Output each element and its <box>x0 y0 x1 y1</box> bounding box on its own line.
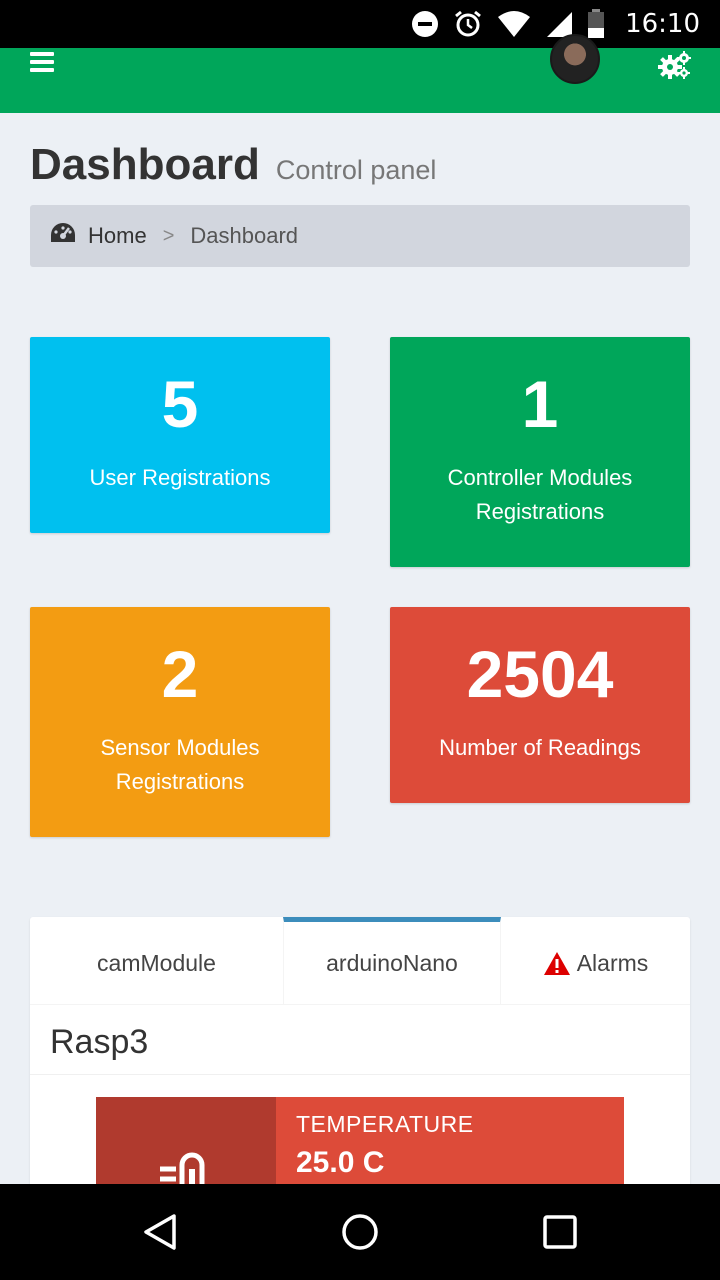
alarm-icon <box>453 9 483 39</box>
gears-icon[interactable] <box>658 50 692 80</box>
status-bar: 16:10 <box>0 0 720 48</box>
stat-controller-modules[interactable]: 1 Controller Modules Registrations <box>390 337 690 567</box>
clock-time: 16:10 <box>625 9 700 39</box>
stat-user-registrations[interactable]: 5 User Registrations <box>30 337 330 533</box>
navigation-bar <box>0 1184 720 1280</box>
stat-label: Controller Modules Registrations <box>447 465 633 524</box>
tab-alarms[interactable]: Alarms <box>501 917 690 1004</box>
app-header <box>0 34 720 113</box>
stat-value: 1 <box>521 367 559 441</box>
content-header: Dashboard Control panel <box>30 140 690 190</box>
breadcrumb-home-link[interactable]: Home <box>88 223 147 249</box>
tab-label: camModule <box>97 949 216 976</box>
wifi-icon <box>497 10 531 38</box>
hamburger-icon[interactable] <box>30 52 54 74</box>
info-box-content: TEMPERATURE 25.0 C <box>296 1111 474 1180</box>
info-box-value: 25.0 C <box>296 1146 385 1179</box>
page-subtitle: Control panel <box>275 155 437 185</box>
tab-arduinonano[interactable]: arduinoNano <box>283 917 501 1004</box>
breadcrumb-separator: > <box>162 224 175 247</box>
dashboard-icon <box>50 222 76 250</box>
stat-sensor-modules[interactable]: 2 Sensor Modules Registrations <box>30 607 330 837</box>
warning-icon <box>543 951 571 976</box>
stat-value: 2 <box>161 637 199 711</box>
tab-bar: camModule arduinoNano Alarms <box>30 917 690 1005</box>
recents-square-icon[interactable] <box>540 1212 580 1252</box>
tab-cammodule[interactable]: camModule <box>30 917 283 1004</box>
stat-label: Sensor Modules Registrations <box>100 735 260 794</box>
stat-label: User Registrations <box>89 465 271 490</box>
home-circle-icon[interactable] <box>340 1212 380 1252</box>
tab-label: arduinoNano <box>326 949 458 976</box>
stat-label: Number of Readings <box>439 735 641 760</box>
battery-icon <box>587 9 605 39</box>
stat-number-of-readings[interactable]: 2504 Number of Readings <box>390 607 690 803</box>
do-not-disturb-icon <box>411 10 439 38</box>
avatar[interactable] <box>550 34 600 84</box>
breadcrumb: Home > Dashboard <box>30 205 690 267</box>
page-title: Dashboard <box>30 140 260 189</box>
info-box-label: TEMPERATURE <box>296 1111 474 1137</box>
breadcrumb-current: Dashboard <box>190 223 299 248</box>
stat-value: 5 <box>161 367 199 441</box>
back-triangle-icon[interactable] <box>140 1212 180 1252</box>
stat-value: 2504 <box>466 637 614 711</box>
device-title: Rasp3 <box>30 1005 690 1075</box>
tab-label: Alarms <box>576 949 649 976</box>
